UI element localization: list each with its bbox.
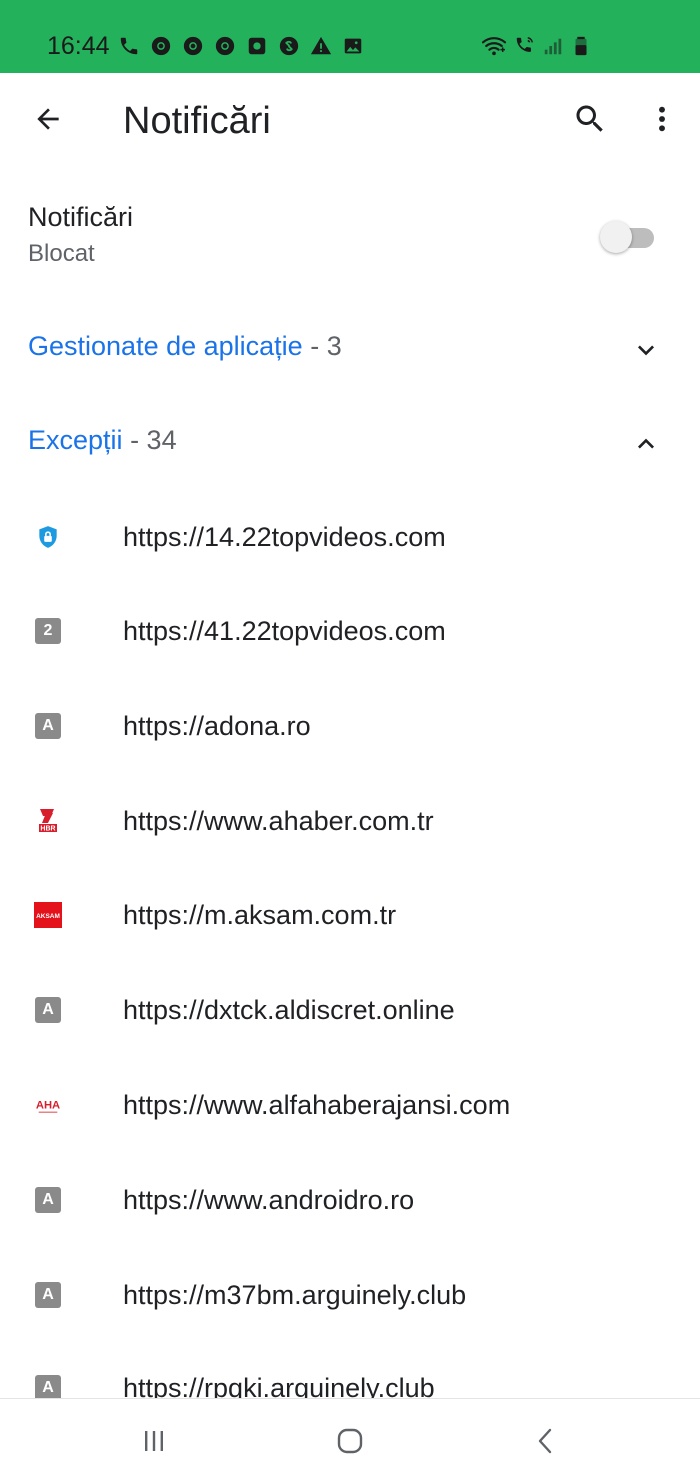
list-item[interactable]: HBR https://www.ahaber.com.tr (0, 774, 700, 868)
letter-badge-icon: A (34, 1186, 62, 1214)
notifications-setting-row[interactable]: Notificări Blocat (0, 185, 700, 285)
letter-badge: A (35, 997, 61, 1023)
home-button[interactable] (330, 1421, 370, 1461)
shazam-icon (279, 36, 299, 56)
image-icon (344, 38, 362, 54)
site-url: https://m.aksam.com.tr (123, 900, 397, 930)
nav-back-icon (538, 1428, 552, 1454)
site-url: https://41.22topvideos.com (123, 616, 446, 646)
more-vert-icon (659, 106, 665, 132)
letter-badge: A (35, 713, 61, 739)
aha-favicon-icon: AHA (34, 1091, 62, 1119)
aha-brand-text: AHA (36, 1100, 60, 1112)
list-item[interactable]: A https://m37bm.arguinely.club (0, 1248, 700, 1342)
system-navigation-bar (0, 1398, 700, 1480)
site-url: https://m37bm.arguinely.club (123, 1280, 467, 1310)
notifications-toggle[interactable] (600, 219, 654, 253)
section-exceptions-title: Excepții (28, 425, 123, 455)
list-item[interactable]: AKSAM https://m.aksam.com.tr (0, 868, 700, 962)
list-item[interactable]: A https://www.androidro.ro (0, 1153, 700, 1247)
list-item[interactable]: AHA https://www.alfahaberajansi.com (0, 1058, 700, 1152)
chrome-icon (183, 36, 203, 56)
search-icon (576, 105, 603, 132)
more-options-button[interactable] (640, 95, 684, 143)
wifi-icon (481, 37, 507, 56)
site-url: https://www.androidro.ro (123, 1185, 415, 1215)
section-exceptions-count: - 34 (130, 425, 177, 455)
letter-badge-icon: A (34, 712, 62, 740)
chevron-down-icon (638, 345, 654, 356)
section-managed-count: - 3 (310, 331, 342, 361)
page-title: Notificări (123, 100, 271, 142)
recents-icon (145, 1431, 163, 1451)
status-bar: 16:44 (0, 0, 700, 73)
letter-badge-icon: A (34, 1281, 62, 1309)
letter-badge: A (35, 1187, 61, 1213)
notifications-setting-status: Blocat (28, 240, 95, 267)
list-item[interactable]: A https://adona.ro (0, 679, 700, 773)
list-item[interactable]: 2 https://41.22topvideos.com (0, 584, 700, 678)
ahaber-favicon-icon: HBR (34, 807, 62, 835)
toggle-thumb (600, 221, 632, 253)
status-icons-left (118, 33, 364, 59)
wifi-call-icon (516, 37, 534, 52)
ahaber-brand-text: HBR (40, 826, 55, 833)
section-managed-label: Gestionate de aplicație - 3 (28, 330, 342, 362)
site-url: https://www.ahaber.com.tr (123, 806, 434, 836)
screen-recorder-icon (248, 37, 266, 55)
list-item[interactable]: https://14.22topvideos.com (0, 490, 700, 584)
nav-back-button[interactable] (526, 1421, 566, 1461)
letter-badge: A (35, 1282, 61, 1308)
site-url: https://adona.ro (123, 711, 311, 741)
site-url: https://dxtck.aldiscret.online (123, 995, 455, 1025)
search-button[interactable] (566, 95, 614, 143)
section-exceptions[interactable]: Excepții - 34 (0, 406, 700, 476)
section-managed-by-app[interactable]: Gestionate de aplicație - 3 (0, 312, 700, 382)
warning-icon (310, 36, 332, 55)
arrow-back-icon (37, 108, 59, 130)
letter-badge-icon: A (34, 996, 62, 1024)
back-button[interactable] (24, 95, 72, 143)
letter-badge: 2 (35, 618, 61, 644)
status-time: 16:44 (47, 32, 110, 60)
aksam-brand-text: AKSAM (36, 913, 60, 920)
status-icons-right (480, 33, 592, 59)
chrome-icon (151, 36, 171, 56)
shield-lock-icon (34, 523, 62, 551)
phone-icon (120, 37, 138, 55)
site-url: https://14.22topvideos.com (123, 522, 446, 552)
chrome-icon (215, 36, 235, 56)
app-bar: Notificări (0, 73, 700, 169)
notifications-setting-title: Notificări (28, 202, 134, 232)
aksam-favicon-icon: AKSAM (34, 901, 62, 929)
letter-badge-icon: 2 (34, 617, 62, 645)
signal-icon (544, 38, 562, 55)
home-icon (337, 1428, 363, 1454)
section-managed-title: Gestionate de aplicație (28, 331, 303, 361)
site-url: https://www.alfahaberajansi.com (123, 1090, 511, 1120)
section-exceptions-label: Excepții - 34 (28, 424, 177, 456)
recents-button[interactable] (134, 1421, 174, 1461)
battery-icon (575, 36, 587, 56)
chevron-up-icon (638, 438, 654, 449)
list-item[interactable]: A https://dxtck.aldiscret.online (0, 963, 700, 1057)
